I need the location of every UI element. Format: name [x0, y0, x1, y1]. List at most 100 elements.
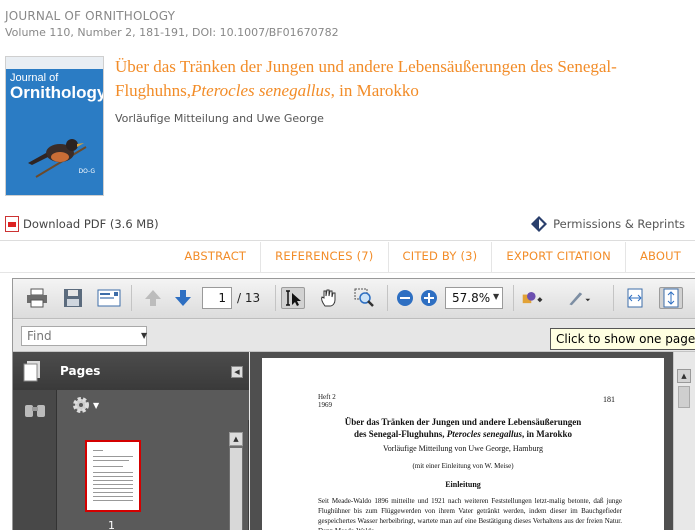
- fit-page-icon: [663, 288, 679, 308]
- document-title-line2: des Senegal-Flughuhns, Pterocles senegal…: [262, 428, 664, 440]
- chevron-down-icon[interactable]: ▼: [93, 401, 99, 410]
- article-title-species: Pterocles senegallus: [191, 81, 331, 100]
- select-tool-button[interactable]: [281, 287, 305, 309]
- cover-band: [6, 57, 103, 69]
- gear-icon[interactable]: [72, 396, 90, 414]
- email-button[interactable]: [97, 287, 121, 309]
- download-pdf-link[interactable]: Download PDF (3.6 MB): [5, 216, 159, 232]
- scroll-thumb[interactable]: [678, 386, 690, 408]
- thumbnail-page-label: 1: [108, 519, 115, 530]
- pdf-viewer: 1 / 13 57.8% ▼ Find ▼ Click to show one …: [12, 278, 695, 530]
- collapse-panel-button[interactable]: ◀: [231, 366, 243, 378]
- page-header-left: Heft 2 1969: [318, 393, 336, 409]
- section-heading: Einleitung: [445, 480, 481, 489]
- tooltip: Click to show one page a: [550, 328, 695, 350]
- email-icon: [97, 289, 121, 307]
- article-authors[interactable]: Vorläufige Mitteilung and Uwe George: [115, 112, 324, 125]
- document-author-line: Vorläufige Mitteilung von Uwe George, Ha…: [383, 444, 543, 453]
- document-introduction-credit: (mit einer Einleitung von W. Meise): [412, 462, 514, 470]
- next-page-button[interactable]: [171, 287, 195, 309]
- hand-tool-button[interactable]: [317, 287, 341, 309]
- download-pdf-label[interactable]: Download PDF (3.6 MB): [23, 217, 159, 231]
- page-number: 181: [603, 395, 615, 404]
- page-number-input[interactable]: 1: [202, 287, 232, 309]
- cover-title-line2: Ornithology: [10, 83, 104, 102]
- scroll-up-button[interactable]: ▲: [229, 432, 243, 446]
- cover-corner-text: DO-G: [78, 168, 95, 175]
- arrow-up-icon: [145, 290, 161, 306]
- journal-name[interactable]: JOURNAL OF ORNITHOLOGY: [5, 9, 175, 23]
- thumb-text-line: [93, 472, 133, 473]
- find-input[interactable]: Find: [21, 326, 147, 346]
- article-tabs: ABSTRACT REFERENCES (7) CITED BY (3) EXP…: [170, 242, 695, 272]
- binoculars-icon[interactable]: [24, 400, 46, 418]
- marquee-zoom-icon: [354, 288, 374, 307]
- divider: [0, 272, 695, 273]
- fit-width-button[interactable]: [623, 287, 647, 309]
- panel-rail: [13, 390, 57, 530]
- permissions-icon: [531, 216, 548, 232]
- print-icon: [27, 288, 47, 308]
- document-title-line2-b: , in Marokko: [521, 429, 573, 439]
- page-thumbnail[interactable]: [85, 440, 141, 512]
- document-title-species: Pterocles senegallus: [446, 429, 522, 439]
- thumbnail-scrollbar[interactable]: ▲: [229, 432, 243, 530]
- document-body-text: Seit Meade-Waldo 1896 mitteilte und 1921…: [318, 497, 622, 530]
- issue-year: 1969: [318, 401, 332, 409]
- zoom-out-button[interactable]: [393, 287, 417, 309]
- chevron-down-icon[interactable]: ▼: [493, 292, 499, 301]
- pdf-file-icon: [5, 216, 19, 232]
- zoom-out-icon: [397, 290, 413, 306]
- thumb-text-line: [93, 496, 133, 497]
- document-scrollbar[interactable]: ▲: [673, 352, 695, 530]
- thumb-text-line: [93, 460, 129, 461]
- pages-icon[interactable]: [23, 360, 43, 382]
- thumb-text-line: [93, 456, 133, 457]
- fit-page-button[interactable]: [659, 287, 683, 309]
- journal-cover-image[interactable]: Journal of Ornithology DO-G: [5, 56, 104, 196]
- tab-references[interactable]: REFERENCES (7): [260, 242, 387, 272]
- document-title-line2-a: des Senegal-Flughuhns,: [353, 429, 447, 439]
- scroll-thumb[interactable]: [230, 448, 242, 530]
- tab-about[interactable]: ABOUT: [624, 242, 695, 272]
- save-disk-icon: [64, 289, 82, 307]
- permissions-reprints-link[interactable]: Permissions & Reprints: [531, 216, 685, 232]
- document-page: Heft 2 1969 181 Über das Tränken der Jun…: [262, 358, 664, 530]
- save-button[interactable]: [61, 287, 85, 309]
- issue-number: Heft 2: [318, 393, 336, 401]
- text-select-cursor-icon: [286, 290, 301, 306]
- tab-abstract[interactable]: ABSTRACT: [170, 242, 260, 272]
- zoom-in-button[interactable]: [417, 287, 441, 309]
- thumb-text-line: [93, 484, 133, 485]
- document-area: Heft 2 1969 181 Über das Tränken der Jun…: [250, 352, 695, 530]
- tab-export-citation[interactable]: EXPORT CITATION: [491, 242, 625, 272]
- bird-illustration: [28, 139, 87, 178]
- stamp-shapes-icon: [522, 292, 543, 304]
- toolbar-separator: [387, 285, 388, 311]
- viewer-main-toolbar: 1 / 13 57.8% ▼: [13, 279, 695, 319]
- thumb-text-line: [93, 500, 133, 501]
- annotate-pen-button[interactable]: [567, 287, 591, 309]
- volume-doi-line: Volume 110, Number 2, 181-191, DOI: 10.1…: [5, 26, 339, 39]
- print-button[interactable]: [25, 287, 49, 309]
- thumb-text-line: [93, 492, 133, 493]
- sign-tool-button[interactable]: [521, 287, 545, 309]
- toolbar-separator: [513, 285, 514, 311]
- chevron-down-icon[interactable]: ▼: [141, 331, 147, 340]
- toolbar-separator: [131, 285, 132, 311]
- thumbnail-options-bar: ▼: [57, 390, 249, 420]
- fit-width-icon: [627, 288, 643, 308]
- tab-cited-by[interactable]: CITED BY (3): [387, 242, 492, 272]
- previous-page-button[interactable]: [141, 287, 165, 309]
- toolbar-separator: [275, 285, 276, 311]
- marquee-zoom-button[interactable]: [353, 287, 377, 309]
- permissions-label[interactable]: Permissions & Reprints: [553, 217, 685, 231]
- thumb-text-line: [93, 450, 103, 451]
- zoom-in-icon: [421, 290, 437, 306]
- thumb-text-line: [93, 466, 123, 467]
- article-title: Über das Tränken der Jungen und andere L…: [115, 55, 675, 103]
- divider: [0, 240, 695, 241]
- cover-title: Journal of Ornithology: [10, 73, 104, 102]
- scroll-up-button[interactable]: ▲: [677, 369, 691, 383]
- page-count: / 13: [237, 291, 261, 305]
